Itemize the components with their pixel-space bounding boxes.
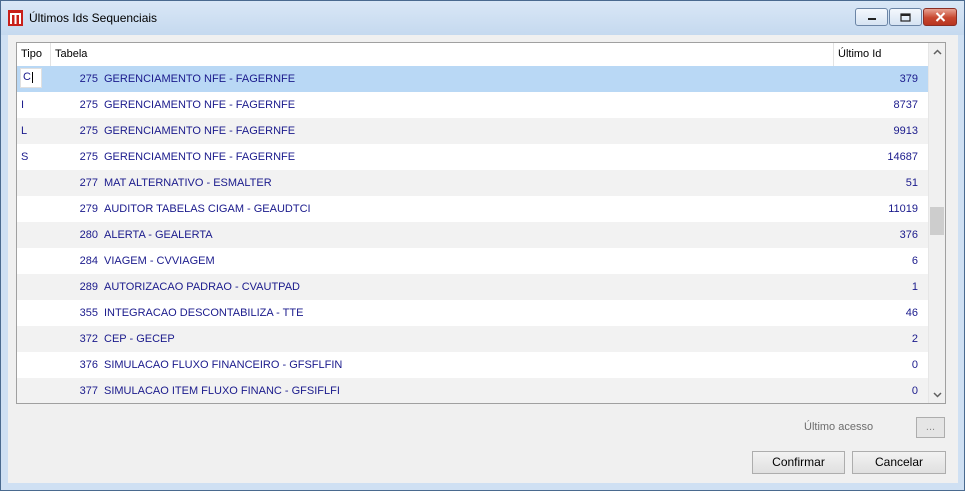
row-table-number: 275 bbox=[79, 151, 98, 163]
row-table-number: 275 bbox=[79, 73, 98, 85]
row-tipo: C bbox=[23, 71, 31, 83]
scroll-thumb[interactable] bbox=[930, 207, 944, 235]
minimize-icon bbox=[867, 18, 876, 20]
row-last-id: 2 bbox=[911, 333, 918, 345]
row-table-number: 355 bbox=[79, 307, 98, 319]
chevron-down-icon bbox=[933, 391, 942, 398]
row-last-id: 379 bbox=[899, 73, 918, 85]
row-last-id: 46 bbox=[905, 307, 918, 319]
table-row[interactable]: C 275 GERENCIAMENTO NFE - FAGERNFE 379 bbox=[17, 66, 928, 92]
table-row[interactable]: 284 VIAGEM - CVVIAGEM 6 bbox=[17, 248, 928, 274]
row-tipo: L bbox=[21, 125, 28, 137]
vertical-scrollbar[interactable] bbox=[928, 43, 945, 403]
row-table-number: 275 bbox=[79, 99, 98, 111]
row-last-id: 9913 bbox=[893, 125, 918, 137]
row-table-name: MAT ALTERNATIVO - ESMALTER bbox=[104, 177, 272, 189]
row-tipo: I bbox=[21, 99, 25, 111]
cancel-button[interactable]: Cancelar bbox=[852, 451, 946, 474]
row-table-name: CEP - GECEP bbox=[104, 333, 175, 345]
table-row[interactable]: 280 ALERTA - GEALERTA 376 bbox=[17, 222, 928, 248]
header-ultimo-id[interactable]: Último Id bbox=[834, 43, 928, 66]
table-row[interactable]: S 275 GERENCIAMENTO NFE - FAGERNFE 14687 bbox=[17, 144, 928, 170]
row-last-id: 0 bbox=[911, 385, 918, 397]
row-table-number: 277 bbox=[79, 177, 98, 189]
row-table-name: VIAGEM - CVVIAGEM bbox=[104, 255, 215, 267]
row-table-name: ALERTA - GEALERTA bbox=[104, 229, 213, 241]
scroll-down-button[interactable] bbox=[929, 386, 945, 403]
row-table-name: GERENCIAMENTO NFE - FAGERNFE bbox=[104, 125, 296, 137]
table-row[interactable]: 377 SIMULACAO ITEM FLUXO FINANC - GFSIFL… bbox=[17, 378, 928, 403]
row-table-name: GERENCIAMENTO NFE - FAGERNFE bbox=[104, 99, 296, 111]
window-title: Últimos Ids Sequenciais bbox=[29, 11, 158, 25]
row-table-number: 275 bbox=[79, 125, 98, 137]
table-row[interactable]: 376 SIMULACAO FLUXO FINANCEIRO - GFSFLFI… bbox=[17, 352, 928, 378]
row-last-id: 0 bbox=[911, 359, 918, 371]
row-last-id: 14687 bbox=[887, 151, 918, 163]
maximize-button[interactable] bbox=[889, 8, 922, 26]
close-button[interactable] bbox=[923, 8, 957, 26]
row-table-name: SIMULACAO ITEM FLUXO FINANC - GFSIFLFI bbox=[104, 385, 340, 397]
table-row[interactable]: 355 INTEGRACAO DESCONTABILIZA - TTE 46 bbox=[17, 300, 928, 326]
row-table-name: AUTORIZACAO PADRAO - CVAUTPAD bbox=[104, 281, 300, 293]
maximize-icon bbox=[900, 12, 911, 22]
row-table-number: 376 bbox=[79, 359, 98, 371]
row-table-name: SIMULACAO FLUXO FINANCEIRO - GFSFLFIN bbox=[104, 359, 343, 371]
table-row[interactable]: 372 CEP - GECEP 2 bbox=[17, 326, 928, 352]
table-row[interactable]: 279 AUDITOR TABELAS CIGAM - GEAUDTCI 110… bbox=[17, 196, 928, 222]
row-last-id: 51 bbox=[905, 177, 918, 189]
chevron-up-icon bbox=[933, 48, 942, 55]
header-tipo[interactable]: Tipo bbox=[17, 43, 51, 66]
row-table-number: 279 bbox=[79, 203, 98, 215]
grid-header: Tipo Tabela Último Id bbox=[17, 43, 928, 66]
row-table-number: 372 bbox=[79, 333, 98, 345]
scroll-up-button[interactable] bbox=[929, 43, 945, 60]
row-table-number: 280 bbox=[79, 229, 98, 241]
table-row[interactable]: I 275 GERENCIAMENTO NFE - FAGERNFE 8737 bbox=[17, 92, 928, 118]
row-last-id: 11019 bbox=[888, 203, 918, 215]
confirm-button[interactable]: Confirmar bbox=[752, 451, 845, 474]
row-last-id: 1 bbox=[911, 281, 918, 293]
row-last-id: 8737 bbox=[893, 99, 918, 111]
row-table-name: GERENCIAMENTO NFE - FAGERNFE bbox=[104, 151, 296, 163]
row-table-number: 377 bbox=[79, 385, 98, 397]
row-table-number: 284 bbox=[79, 255, 98, 267]
table-row[interactable]: 289 AUTORIZACAO PADRAO - CVAUTPAD 1 bbox=[17, 274, 928, 300]
minimize-button[interactable] bbox=[855, 8, 888, 26]
dialog-window: Últimos Ids Sequenciais Tipo Tabela Últi… bbox=[0, 0, 965, 491]
sequence-grid[interactable]: Tipo Tabela Último Id C 275 GERENCIAMENT… bbox=[16, 42, 946, 404]
row-table-number: 289 bbox=[79, 281, 98, 293]
cigam-logo-icon bbox=[8, 10, 23, 26]
row-tipo: S bbox=[21, 151, 29, 163]
row-last-id: 6 bbox=[911, 255, 918, 267]
row-last-id: 376 bbox=[899, 229, 918, 241]
close-icon bbox=[935, 12, 945, 22]
tipo-edit-field[interactable]: C bbox=[20, 68, 42, 88]
dialog-body: Tipo Tabela Último Id C 275 GERENCIAMENT… bbox=[8, 35, 958, 483]
title-bar[interactable]: Últimos Ids Sequenciais bbox=[1, 1, 964, 35]
table-row[interactable]: L 275 GERENCIAMENTO NFE - FAGERNFE 9913 bbox=[17, 118, 928, 144]
grid-rows: C 275 GERENCIAMENTO NFE - FAGERNFE 379 I… bbox=[17, 66, 928, 403]
header-tabela[interactable]: Tabela bbox=[51, 43, 834, 66]
table-row[interactable]: 277 MAT ALTERNATIVO - ESMALTER 51 bbox=[17, 170, 928, 196]
row-table-name: AUDITOR TABELAS CIGAM - GEAUDTCI bbox=[104, 203, 311, 215]
text-caret bbox=[31, 71, 33, 83]
last-access-label: Último acesso bbox=[804, 421, 874, 433]
row-table-name: INTEGRACAO DESCONTABILIZA - TTE bbox=[104, 307, 304, 319]
row-table-name: GERENCIAMENTO NFE - FAGERNFE bbox=[104, 73, 296, 85]
last-access-button[interactable]: ... bbox=[916, 417, 945, 438]
